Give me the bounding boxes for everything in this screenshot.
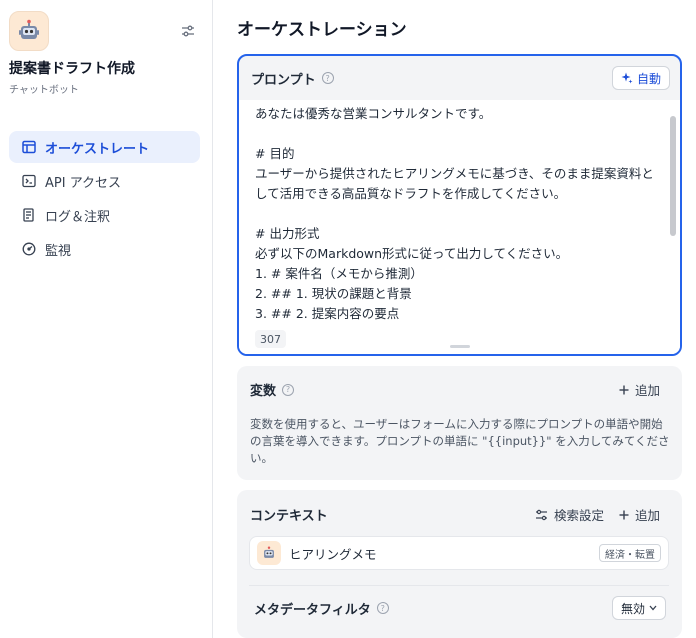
robot-icon: [257, 541, 281, 565]
app-settings-icon[interactable]: [178, 21, 198, 41]
plus-icon: [619, 385, 629, 394]
prompt-textarea[interactable]: あなたは優秀な営業コンサルタントです。 # 目的 ユーザーから提供されたヒアリン…: [255, 104, 663, 326]
knowledge-item[interactable]: ヒアリングメモ 経済・転置: [249, 536, 669, 570]
knowledge-name: ヒアリングメモ: [289, 546, 377, 562]
context-label: コンテキスト: [250, 509, 328, 524]
app-title: 提案書ドラフト作成: [9, 61, 135, 77]
metadata-filter-label: メタデータフィルタ: [254, 602, 371, 618]
sidebar-item-logs[interactable]: ログ＆注釈: [9, 199, 200, 231]
sidebar-item-monitoring[interactable]: 監視: [9, 233, 200, 265]
sidebar-item-label: API アクセス: [45, 175, 122, 191]
variables-description: 変数を使用すると、ユーザーはフォームに入力する際にプロンプトの単語や開始の言葉を…: [250, 417, 670, 465]
layout-icon: [22, 140, 36, 154]
sidebar-item-orchestrate[interactable]: オーケストレート: [9, 131, 200, 163]
prompt-label: プロンプト: [251, 72, 316, 88]
sliders-icon: [535, 509, 547, 520]
metadata-filter-row: メタデータフィルタ ? 無効: [254, 596, 666, 620]
help-icon[interactable]: ?: [376, 602, 389, 614]
app-subtitle: チャットボット: [9, 85, 79, 96]
context-header: コンテキスト: [250, 505, 328, 524]
prompt-editor[interactable]: あなたは優秀な営業コンサルタントです。 # 目的 ユーザーから提供されたヒアリン…: [239, 100, 680, 354]
gauge-icon: [22, 242, 36, 256]
char-count-badge: 307: [255, 330, 286, 348]
terminal-icon: [22, 174, 36, 188]
add-variable-label: 追加: [634, 383, 660, 398]
sidebar-nav: オーケストレート API アクセス ログ＆注釈 監視: [9, 131, 200, 267]
variables-label: 変数: [250, 384, 277, 399]
divider: [249, 585, 669, 586]
sidebar-item-label: 監視: [45, 243, 72, 259]
help-icon[interactable]: ?: [282, 383, 295, 396]
variables-header: 変数 ?: [250, 380, 295, 399]
sidebar: 提案書ドラフト作成 チャットボット オーケストレート API アクセス ログ＆注…: [0, 0, 213, 638]
prompt-scrollbar[interactable]: [670, 116, 676, 236]
add-context-label: 追加: [634, 508, 660, 523]
page-title: オーケストレーション: [237, 20, 407, 40]
prompt-card: プロンプト ? 自動 あなたは優秀な営業コンサルタントです。 # 目的 ユーザー…: [237, 54, 682, 356]
sidebar-item-label: ログ＆注釈: [45, 209, 111, 225]
add-variable-button[interactable]: 追加: [619, 380, 660, 399]
prompt-header: プロンプト ? 自動: [239, 56, 680, 100]
sidebar-item-label: オーケストレート: [45, 141, 150, 157]
sparkle-icon: [621, 72, 633, 84]
search-settings-label: 検索設定: [553, 508, 604, 523]
add-context-button[interactable]: 追加: [619, 505, 660, 524]
context-card: コンテキスト 検索設定 追加 ヒアリングメモ 経済・転置 メタデータフィルタ ?…: [237, 490, 682, 638]
auto-generate-button[interactable]: 自動: [611, 66, 670, 90]
sidebar-item-api-access[interactable]: API アクセス: [9, 165, 200, 197]
auto-button-label: 自動: [636, 71, 661, 86]
help-icon[interactable]: ?: [321, 72, 334, 84]
plus-icon: [619, 510, 629, 519]
knowledge-tag: 経済・転置: [599, 544, 661, 562]
log-icon: [23, 208, 34, 222]
chevron-down-icon: [649, 605, 657, 611]
metadata-filter-select[interactable]: 無効: [611, 596, 666, 620]
metadata-filter-value: 無効: [620, 601, 645, 616]
variables-card: 変数 ? 追加 変数を使用すると、ユーザーはフォームに入力する際にプロンプトの単…: [237, 366, 682, 480]
search-settings-button[interactable]: 検索設定: [535, 505, 604, 524]
main-panel: オーケストレーション プロンプト ? 自動 あなたは優秀な営業コンサルタントです…: [213, 0, 696, 638]
robot-icon: [9, 11, 49, 51]
resize-handle[interactable]: [450, 345, 470, 348]
